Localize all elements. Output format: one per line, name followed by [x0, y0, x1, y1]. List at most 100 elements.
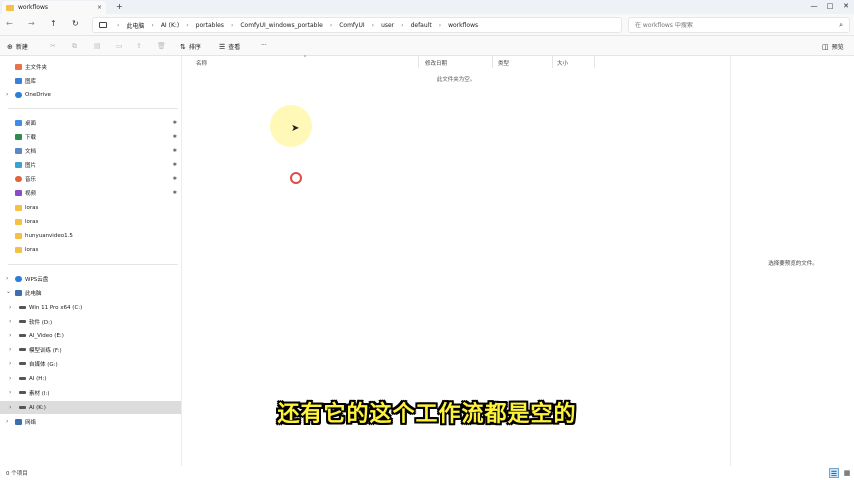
sidebar-item-wps-cloud[interactable]: › WPS云盘 — [0, 272, 181, 285]
sidebar-item-this-pc[interactable]: ⌄ 此电脑 — [0, 286, 181, 299]
column-header-modified[interactable]: 修改日期 — [425, 59, 447, 67]
expand-chevron-icon[interactable]: › — [9, 318, 11, 325]
tab-title: workflows — [18, 4, 49, 11]
tab-workflows[interactable]: workflows × — [2, 1, 106, 14]
pin-icon[interactable]: ✱ — [173, 162, 177, 168]
sidebar-item-drive-c[interactable]: › Win 11 Pro x64 (C:) — [0, 301, 181, 314]
sidebar-item-drive-d[interactable]: › 软件 (D:) — [0, 315, 181, 328]
sidebar-item-loras-2[interactable]: loras — [0, 215, 181, 228]
column-divider[interactable] — [418, 56, 419, 68]
close-window-button[interactable]: ✕ — [838, 0, 854, 14]
column-divider[interactable] — [594, 56, 595, 68]
expand-chevron-icon[interactable]: › — [6, 275, 8, 282]
expand-chevron-icon[interactable]: › — [9, 332, 11, 339]
details-view-icon[interactable]: ☰ — [829, 468, 839, 478]
sidebar-item-loras-3[interactable]: loras — [0, 243, 181, 256]
tab-close-button[interactable]: × — [97, 4, 102, 11]
pin-icon[interactable]: ✱ — [173, 190, 177, 196]
sidebar-item-documents[interactable]: 文档 ✱ — [0, 144, 181, 157]
column-divider[interactable] — [552, 56, 553, 68]
breadcrumb-item[interactable]: AI (K:) — [161, 22, 179, 29]
forward-button[interactable]: → — [28, 19, 35, 28]
breadcrumb-item[interactable]: default — [411, 22, 432, 29]
drive-icon — [19, 306, 26, 309]
paste-button[interactable]: ▤ — [94, 42, 104, 50]
breadcrumb-item[interactable]: 此电脑 — [126, 21, 144, 30]
drive-icon — [19, 377, 26, 380]
new-button[interactable]: ⊕ 新建 — [7, 42, 28, 52]
rename-icon: ▭ — [116, 42, 123, 50]
copy-button[interactable]: ⧉ — [72, 42, 80, 51]
sidebar-item-loras-1[interactable]: loras — [0, 201, 181, 214]
expand-chevron-icon[interactable]: › — [9, 375, 11, 382]
sidebar-item-drive-e[interactable]: › AI_Video (E:) — [0, 329, 181, 342]
column-header-name[interactable]: 名称 — [196, 59, 207, 67]
breadcrumb-item[interactable]: ComfyUI_windows_portable — [240, 22, 322, 29]
sidebar-item-videos[interactable]: 视频 ✱ — [0, 186, 181, 199]
sidebar-item-pictures[interactable]: 图片 ✱ — [0, 158, 181, 171]
minimize-button[interactable]: — — [806, 0, 822, 14]
pin-icon[interactable]: ✱ — [173, 134, 177, 140]
document-icon — [15, 147, 22, 154]
delete-button[interactable]: 🗑 — [157, 42, 169, 50]
sidebar-item-drive-g[interactable]: › 自媒体 (G:) — [0, 357, 181, 370]
download-icon — [15, 133, 22, 140]
video-icon — [15, 189, 22, 196]
list-view-icon: ☰ — [219, 42, 226, 51]
search-input[interactable] — [635, 21, 835, 29]
more-button[interactable]: ··· — [261, 42, 267, 49]
sort-button[interactable]: ⇅ 排序 — [180, 42, 201, 52]
expand-chevron-icon[interactable]: › — [9, 360, 11, 367]
view-button[interactable]: ☰ 查看 — [219, 42, 240, 52]
refresh-button[interactable]: ↻ — [72, 19, 79, 28]
breadcrumb-separator: › — [371, 21, 375, 29]
details-pane-button[interactable]: ◫ 预览 — [822, 42, 844, 52]
sidebar-item-music[interactable]: 音乐 ✱ — [0, 172, 181, 185]
maximize-button[interactable]: □ — [822, 0, 838, 14]
pin-icon[interactable]: ✱ — [173, 176, 177, 182]
sidebar-item-hunyuanvideo[interactable]: hunyuanvideo1.5 — [0, 229, 181, 242]
drive-icon — [19, 334, 26, 337]
back-button[interactable]: ← — [6, 19, 13, 28]
breadcrumb-item[interactable]: portables — [196, 22, 224, 29]
column-header-type[interactable]: 类型 — [498, 59, 509, 67]
trash-icon: 🗑 — [157, 42, 166, 50]
pin-icon[interactable]: ✱ — [173, 120, 177, 126]
breadcrumb-separator: › — [438, 21, 442, 29]
copy-icon: ⧉ — [72, 42, 77, 50]
sidebar-item-drive-f[interactable]: › 模型训练 (F:) — [0, 343, 181, 356]
expand-chevron-icon[interactable]: › — [9, 389, 11, 396]
breadcrumb-item[interactable]: ComfyUI — [339, 22, 364, 29]
sidebar-divider — [8, 264, 178, 265]
pin-icon[interactable]: ✱ — [173, 148, 177, 154]
collapse-chevron-icon[interactable]: ⌄ — [6, 288, 11, 295]
column-divider[interactable] — [492, 56, 493, 68]
sidebar-item-label: 图库 — [25, 78, 37, 85]
new-tab-button[interactable]: + — [116, 2, 123, 11]
navigation-bar: ← → ↑ ↻ › 此电脑 › AI (K:) › portables › Co… — [0, 14, 854, 36]
empty-folder-message: 此文件夹为空。 — [436, 77, 476, 83]
sidebar-item-desktop[interactable]: 桌面 ✱ — [0, 116, 181, 129]
clipboard-icon: ▤ — [94, 42, 101, 50]
breadcrumb-separator: › — [151, 21, 154, 29]
share-icon: ⇪ — [136, 42, 142, 50]
share-button[interactable]: ⇪ — [136, 42, 145, 50]
sidebar-item-home[interactable]: 主文件夹 — [0, 60, 181, 73]
tiles-view-icon[interactable]: ▦ — [842, 468, 852, 478]
expand-chevron-icon[interactable]: › — [6, 91, 8, 98]
sidebar-item-onedrive[interactable]: › OneDrive — [0, 88, 181, 101]
sidebar-item-gallery[interactable]: 图库 — [0, 74, 181, 87]
sidebar-item-drive-h[interactable]: › AI (H:) — [0, 372, 181, 385]
cut-button[interactable]: ✂ — [50, 42, 59, 50]
column-header-size[interactable]: 大小 — [557, 59, 568, 67]
sidebar-item-downloads[interactable]: 下载 ✱ — [0, 130, 181, 143]
breadcrumb-item-current[interactable]: workflows — [448, 22, 478, 29]
search-icon[interactable]: ⌕ — [839, 21, 843, 30]
expand-chevron-icon[interactable]: › — [9, 346, 11, 353]
computer-icon — [15, 289, 22, 296]
address-bar[interactable]: › 此电脑 › AI (K:) › portables › ComfyUI_wi… — [92, 17, 622, 33]
breadcrumb-item[interactable]: user — [381, 22, 394, 29]
expand-chevron-icon[interactable]: › — [9, 304, 11, 311]
rename-button[interactable]: ▭ — [116, 42, 126, 50]
up-button[interactable]: ↑ — [50, 19, 57, 28]
